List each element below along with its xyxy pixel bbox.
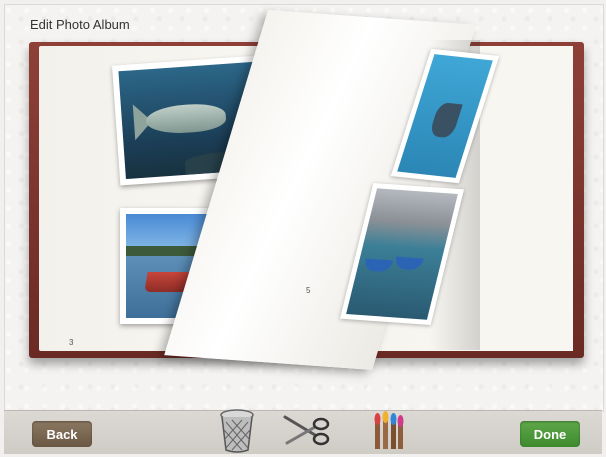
- trash-icon[interactable]: [210, 409, 264, 453]
- back-button[interactable]: Back: [32, 421, 92, 447]
- screen-title: Edit Photo Album: [30, 17, 130, 32]
- left-page-number: 3: [69, 338, 74, 347]
- bottom-toolbar: Back Done: [4, 409, 602, 454]
- done-button[interactable]: Done: [520, 421, 580, 447]
- paint-brushes-icon[interactable]: [362, 411, 416, 451]
- turning-page-number: 5: [306, 286, 311, 295]
- scissors-icon[interactable]: [280, 411, 334, 451]
